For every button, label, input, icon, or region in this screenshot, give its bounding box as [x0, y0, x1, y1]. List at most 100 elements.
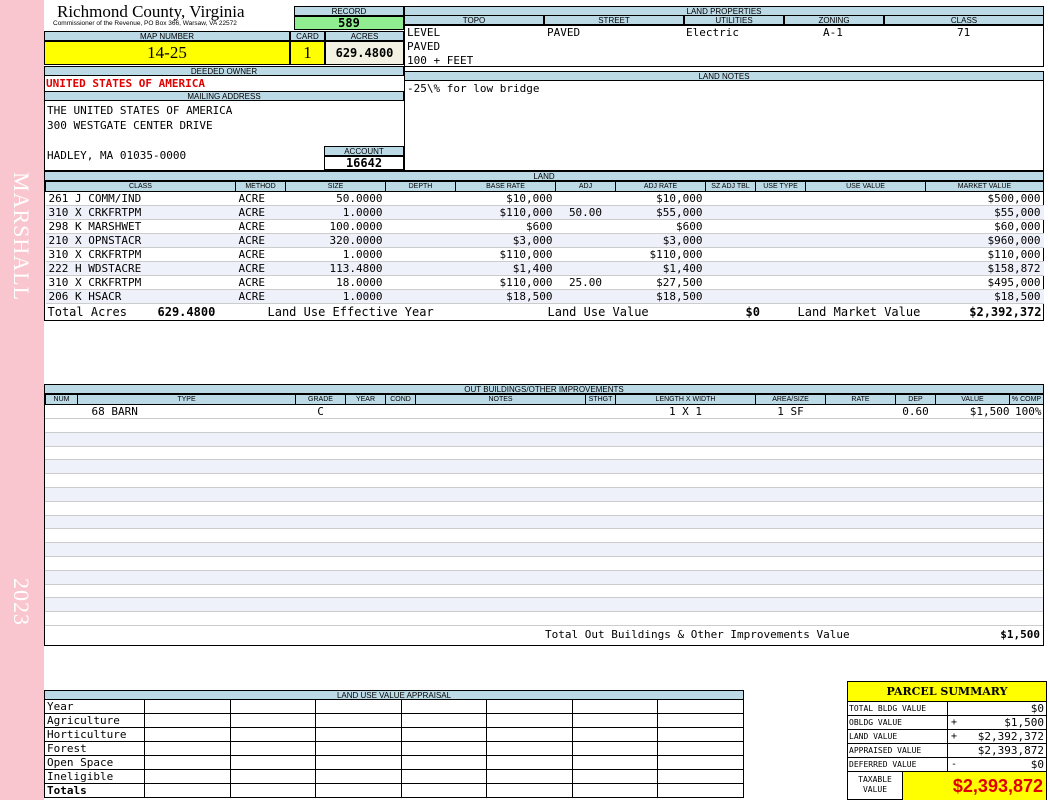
card-label: CARD [290, 31, 325, 41]
map-number-label: MAP NUMBER [44, 31, 290, 41]
land-size: 100.0000 [285, 219, 386, 234]
topo-header: TOPO [404, 15, 544, 25]
land-depth [385, 247, 456, 262]
luv-row-label: Horticulture [44, 727, 145, 742]
land-use-type [755, 233, 806, 248]
land-row: 298 K MARSHWET ACRE 100.0000 $600 $600 $60,00… [45, 219, 1044, 234]
luv-cell [486, 727, 573, 742]
land-col-class: CLASS [45, 181, 236, 192]
land-base-rate: $110,000 [455, 247, 556, 262]
land-class: 298 K MARSHWET [45, 219, 236, 234]
outbuilding-empty-row [45, 598, 1043, 613]
land-base-rate: $3,000 [455, 233, 556, 248]
land-col-use-type: USE TYPE [755, 181, 806, 192]
parcel-summary: PARCEL SUMMARY TOTAL BLDG VALUE $0 OBLDG V… [847, 681, 1047, 800]
account-label: ACCOUNT [324, 146, 404, 156]
land-class: 310 X CRKFRTPM [45, 205, 236, 220]
land-use-value: $0 [745, 305, 760, 319]
land-size: 1.0000 [285, 205, 386, 220]
land-adj [555, 191, 616, 206]
luv-cell [315, 783, 402, 798]
ob-comp: 100% [1015, 405, 1042, 418]
street-value: PAVED [547, 26, 581, 39]
land-adj-rate: $18,500 [615, 289, 706, 304]
land-use-value [805, 247, 926, 262]
utilities-header: UTILITIES [684, 15, 784, 25]
luv-cell [486, 713, 573, 728]
land-market-value-label: Land Market Value [797, 305, 921, 319]
land-adj [555, 233, 616, 248]
luv-row: Year [44, 699, 744, 714]
land-class: 310 X CRKFRTPM [45, 247, 236, 262]
outbuildings-header-row: NUM TYPE GRADE YEAR COND NOTES STHGT LEN… [45, 394, 1044, 405]
taxable-label-1: TAXABLE [858, 775, 892, 784]
land-col-adj: ADJ [555, 181, 616, 192]
land-use-type [755, 191, 806, 206]
land-use-value [805, 219, 926, 234]
luv-cell [229, 727, 317, 742]
luv-row: Totals [44, 783, 744, 798]
luv-cell [571, 741, 659, 756]
land-col-method: METHOD [235, 181, 286, 192]
land-row: 222 H WDSTACRE ACRE 113.4800 $1,400 $1,400 $1… [45, 261, 1044, 276]
luv-cell [486, 783, 573, 798]
parcel-summary-sign: - [950, 759, 958, 770]
luv-cell [229, 769, 317, 784]
land-depth [385, 275, 456, 290]
land-adj [555, 289, 616, 304]
luv-row: Open Space [44, 755, 744, 770]
land-adj [555, 219, 616, 234]
luv-cell [144, 699, 231, 714]
land-sz-adj [705, 233, 756, 248]
land-properties-values: LEVEL PAVED 100 + FEET PAVED Electric A-… [404, 25, 1044, 67]
land-adj: 25.00 [555, 275, 616, 290]
land-row: 310 X CRKFRTPM ACRE 18.0000 $110,000 25.00 $2… [45, 275, 1044, 290]
ob-col-area: AREA/SIZE [755, 394, 826, 405]
land-depth [385, 219, 456, 234]
luv-cell [657, 755, 744, 770]
land-use-value [805, 205, 926, 220]
luv-cell [400, 699, 488, 714]
luv-cell [400, 713, 488, 728]
luv-cell [144, 741, 231, 756]
luv-cell [400, 741, 488, 756]
luv-cell [229, 783, 317, 798]
land-row: 261 J COMM/IND ACRE 50.0000 $10,000 $10,000 $… [45, 191, 1044, 206]
land-col-sz-adj: SZ ADJ TBL [705, 181, 756, 192]
land-base-rate: $110,000 [455, 205, 556, 220]
land-size: 320.0000 [285, 233, 386, 248]
luv-row-label: Totals [44, 783, 145, 798]
land-method: ACRE [235, 289, 286, 304]
parcel-summary-label: TOTAL BLDG VALUE [848, 702, 948, 715]
ob-col-notes: NOTES [415, 394, 586, 405]
land-class: 310 X CRKFRTPM [45, 275, 236, 290]
ob-col-sthgt: STHGT [585, 394, 616, 405]
zoning-header: ZONING [784, 15, 884, 25]
luv-cell [571, 699, 659, 714]
ob-col-comp: % COMP [1009, 394, 1044, 405]
luv-row: Horticulture [44, 727, 744, 742]
record-value: 589 [294, 16, 404, 30]
land-adj-rate: $110,000 [615, 247, 706, 262]
outbuildings-empty-rows [45, 418, 1043, 626]
land-adj-rate: $10,000 [615, 191, 706, 206]
luv-cell [486, 741, 573, 756]
parcel-summary-value: $1,500 [1004, 716, 1044, 729]
land-depth [385, 191, 456, 206]
land-size: 1.0000 [285, 289, 386, 304]
total-acres: 629.4800 [157, 305, 216, 319]
outbuilding-empty-row [45, 432, 1043, 447]
mailing-address: THE UNITED STATES OF AMERICA 300 WESTGAT… [47, 103, 232, 163]
land-class: 222 H WDSTACRE [45, 261, 236, 276]
ob-col-cond: COND [385, 394, 416, 405]
luv-cell [229, 699, 317, 714]
outbuilding-empty-row [45, 460, 1043, 475]
commissioner-address: Commissioner of the Revenue, PO Box 366,… [53, 20, 237, 27]
luv-cell [486, 769, 573, 784]
land-use-value [805, 233, 926, 248]
parcel-summary-row: DEFERRED VALUE - $0 [848, 758, 1046, 772]
luv-cell [315, 769, 402, 784]
parcel-summary-row: APPRAISED VALUE $2,393,872 [848, 744, 1046, 758]
outbuildings-total-label: Total Out Buildings & Other Improvements… [545, 628, 850, 641]
luv-cell [657, 699, 744, 714]
